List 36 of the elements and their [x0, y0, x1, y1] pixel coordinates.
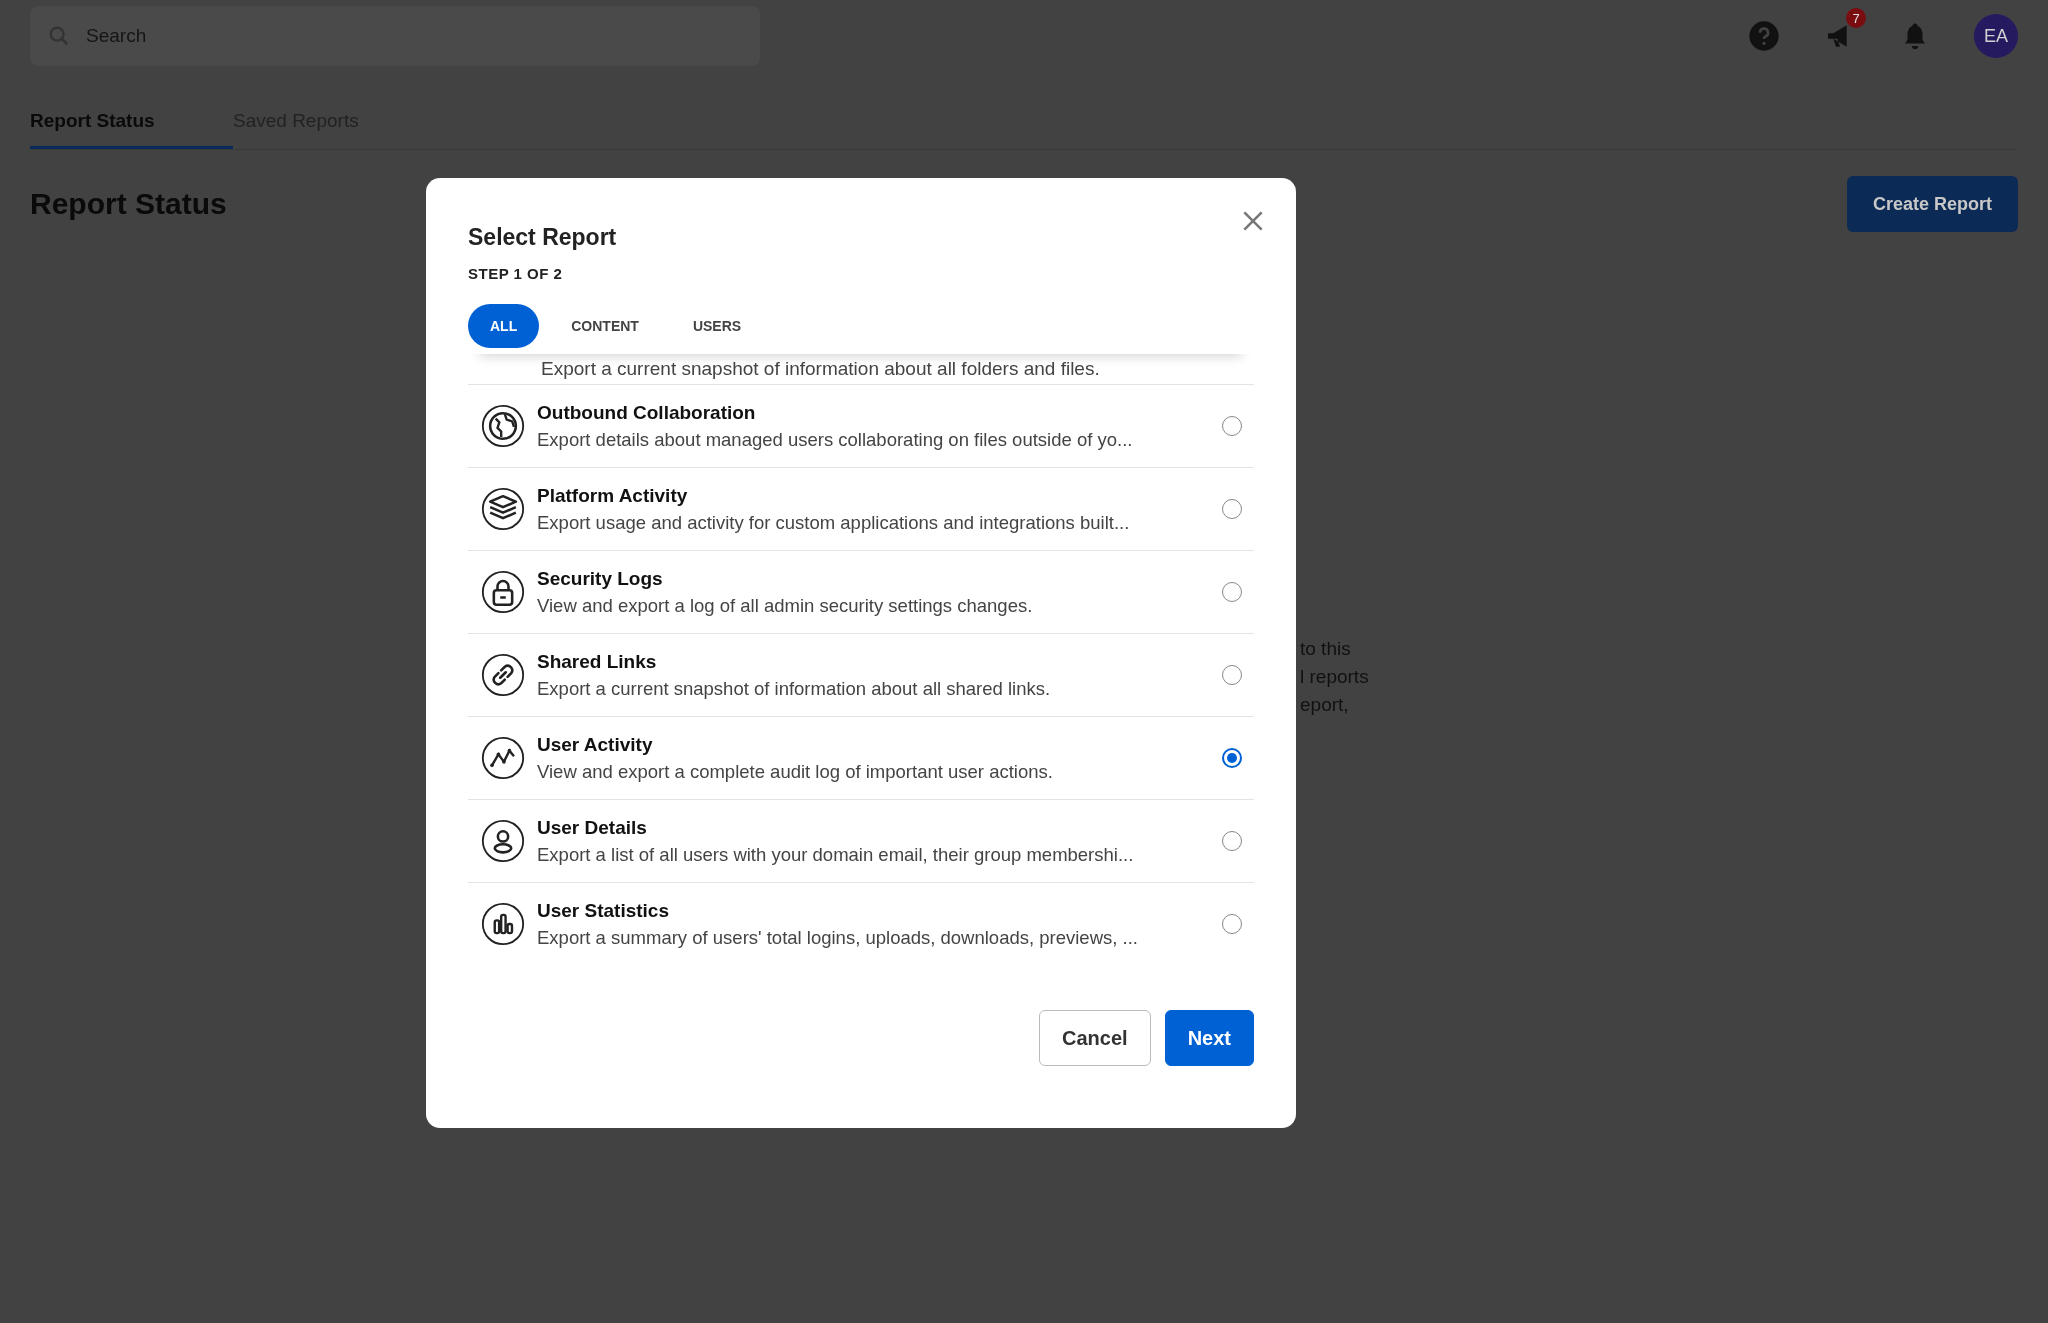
report-title: User Statistics — [537, 899, 670, 922]
radio-button[interactable] — [1222, 748, 1242, 768]
report-description: View and export a log of all admin security settings changes. — [537, 594, 1034, 617]
create-report-button[interactable]: Create Report — [1846, 176, 2018, 232]
search-icon — [48, 25, 70, 47]
filter-tab[interactable]: CONTENT — [549, 304, 661, 348]
report-title: Shared Links — [537, 650, 658, 673]
report-description: Export a current snapshot of information about all folders and files. — [541, 358, 1100, 380]
report-description: Export a list of all users with your domain email, their group membershi... — [537, 843, 1135, 866]
filter-tab[interactable]: USERS — [670, 304, 764, 348]
lock-icon — [481, 570, 525, 614]
dialog-title: Select Report — [468, 224, 618, 251]
report-description: Export details about managed users collaborating on files outside of yo... — [537, 428, 1134, 451]
report-title: Platform Activity — [537, 484, 689, 507]
report-title: Outbound Collaboration — [537, 401, 757, 424]
help-icon[interactable] — [1748, 20, 1780, 52]
report-title: User Activity — [537, 733, 654, 756]
report-title: User Details — [537, 816, 648, 839]
report-description: Export a summary of users' total logins, uploads, downloads, previews, ... — [537, 926, 1139, 949]
next-button[interactable]: Next — [1164, 1010, 1254, 1066]
notification-badge: 7 — [1846, 8, 1866, 28]
report-description: Export usage and activity for custom applications and integrations built... — [537, 511, 1131, 534]
person-icon — [481, 819, 525, 863]
layers-icon — [481, 487, 525, 531]
cancel-button[interactable]: Cancel — [1039, 1010, 1151, 1066]
globe-icon — [481, 404, 525, 448]
step-label: STEP 1 OF 2 — [468, 265, 564, 282]
page-title: Report Status — [30, 187, 227, 221]
bar-chart-icon — [481, 902, 525, 946]
link-icon — [481, 653, 525, 697]
filter-tab[interactable]: ALL — [468, 304, 540, 348]
report-description: Export a current snapshot of information about all shared links. — [537, 677, 1052, 700]
user-avatar[interactable]: EA — [1974, 14, 2018, 58]
line-chart-icon — [481, 736, 525, 780]
report-title: Security Logs — [537, 567, 664, 590]
report-description: View and export a complete audit log of important user actions. — [537, 760, 1054, 783]
